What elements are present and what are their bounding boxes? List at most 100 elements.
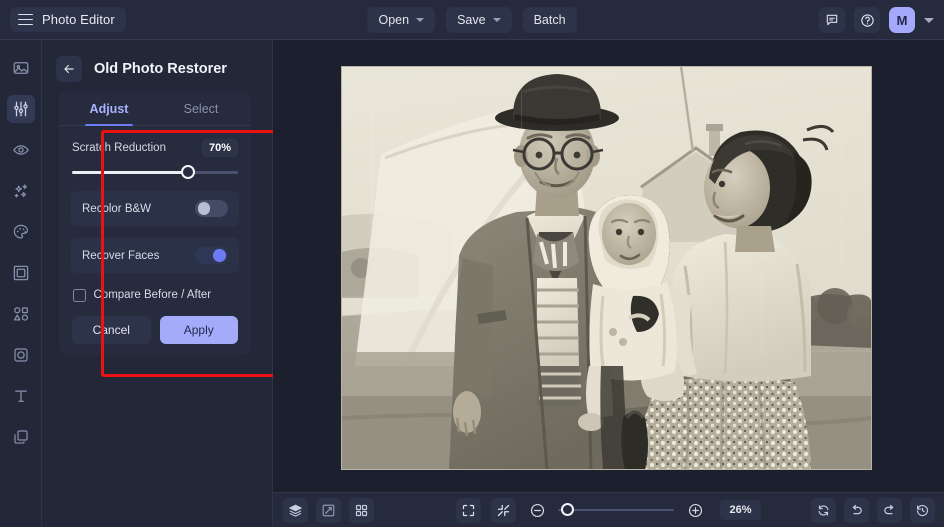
chevron-down-icon	[416, 18, 425, 22]
app-root: Photo Editor Open Save Batch M Old Photo…	[0, 0, 944, 527]
history-icon	[916, 504, 929, 516]
rail-item-frame[interactable]	[7, 259, 35, 287]
restored-photograph	[341, 66, 872, 470]
palette-icon	[13, 224, 28, 239]
panel-action-buttons: Cancel Apply	[72, 315, 238, 344]
zoom-slider-track	[558, 509, 675, 511]
zoom-slider-handle[interactable]	[560, 503, 574, 516]
slider-fill	[72, 171, 189, 174]
page-title: Old Photo Restorer	[94, 61, 227, 77]
tab-adjust[interactable]: Adjust	[63, 91, 155, 126]
rail-item-retouch[interactable]	[7, 136, 35, 164]
tab-select[interactable]: Select	[155, 91, 247, 125]
scratch-reduction-header: Scratch Reduction 70%	[72, 139, 238, 157]
scratch-reduction-slider[interactable]	[72, 165, 238, 179]
layers-panel-button[interactable]	[283, 497, 308, 523]
collapse-icon	[498, 504, 510, 516]
panel-header: Old Photo Restorer	[42, 40, 272, 82]
fit-screen-icon	[463, 504, 475, 516]
open-button-label: Open	[378, 13, 410, 27]
rail-item-crop[interactable]	[7, 341, 35, 369]
recolor-bw-row: Recolor B&W	[71, 191, 239, 226]
chevron-down-icon	[492, 18, 501, 22]
crop-icon	[13, 348, 28, 362]
photo-image[interactable]	[341, 66, 872, 470]
app-brand[interactable]: Photo Editor	[10, 7, 126, 32]
compare-before-after-checkbox[interactable]	[73, 289, 86, 302]
sliders-icon	[13, 101, 28, 117]
tool-rail	[0, 40, 42, 527]
slider-handle[interactable]	[181, 165, 196, 179]
rail-item-layers[interactable]	[7, 423, 35, 451]
top-bar-center-actions: Open Save Batch	[0, 0, 944, 40]
panel-tabs: Adjust Select	[59, 91, 251, 126]
recolor-bw-toggle[interactable]	[195, 200, 228, 217]
zoom-out-icon	[530, 503, 545, 517]
history-button[interactable]	[910, 497, 935, 523]
undo-icon	[852, 504, 862, 514]
frame-icon	[13, 265, 28, 281]
grid-icon	[355, 504, 368, 516]
toggle-thumb	[213, 249, 226, 262]
compare-view-button[interactable]	[316, 497, 341, 523]
rail-item-effects[interactable]	[7, 177, 35, 205]
recover-faces-toggle[interactable]	[195, 247, 228, 264]
help-button[interactable]	[854, 7, 880, 33]
rail-item-image[interactable]	[7, 54, 35, 82]
app-title: Photo Editor	[42, 12, 115, 27]
recover-faces-row: Recover Faces	[71, 238, 239, 273]
compare-before-after-row[interactable]: Compare Before / After	[73, 289, 251, 302]
compare-before-after-label: Compare Before / After	[93, 289, 212, 302]
apply-button[interactable]: Apply	[159, 315, 238, 344]
hamburger-icon[interactable]	[18, 13, 33, 26]
scratch-reduction-value: 70%	[201, 139, 238, 157]
avatar[interactable]: M	[889, 7, 915, 33]
restorer-card: Adjust Select Scratch Reduction 70% Reco…	[59, 91, 251, 355]
back-button[interactable]	[56, 56, 82, 82]
top-bar: Photo Editor Open Save Batch M	[0, 0, 944, 40]
reset-button[interactable]	[811, 497, 836, 523]
redo-button[interactable]	[877, 497, 902, 523]
save-button[interactable]: Save	[446, 7, 512, 33]
batch-button-label: Batch	[533, 13, 566, 27]
arrow-left-icon	[64, 64, 74, 74]
fit-screen-button[interactable]	[456, 497, 482, 523]
open-button[interactable]: Open	[367, 7, 436, 33]
grid-view-button[interactable]	[349, 497, 374, 523]
zoom-in-icon	[688, 503, 703, 517]
help-circle-icon	[860, 13, 874, 27]
batch-button[interactable]: Batch	[522, 7, 577, 33]
text-icon	[14, 390, 27, 402]
compare-icon	[322, 504, 335, 516]
account-chevron-down-icon[interactable]	[924, 17, 934, 23]
top-bar-right-actions: M	[819, 0, 934, 40]
canvas-area[interactable]	[273, 40, 944, 492]
rail-item-adjust[interactable]	[6, 95, 35, 123]
scratch-reduction-label: Scratch Reduction	[72, 142, 166, 154]
zoom-slider[interactable]	[558, 503, 675, 517]
zoom-in-button[interactable]	[684, 499, 706, 521]
eye-icon	[12, 145, 29, 155]
undo-button[interactable]	[844, 497, 869, 523]
rail-item-color[interactable]	[7, 218, 35, 246]
save-button-label: Save	[457, 13, 486, 27]
rail-item-text[interactable]	[7, 382, 35, 410]
zoom-out-button[interactable]	[526, 499, 548, 521]
bottom-bar-left	[283, 497, 374, 523]
toggle-thumb	[197, 202, 210, 215]
cancel-button[interactable]: Cancel	[72, 315, 151, 344]
feedback-button[interactable]	[819, 7, 845, 33]
collapse-button[interactable]	[491, 497, 517, 523]
rail-item-shapes[interactable]	[7, 300, 35, 328]
sparkles-icon	[14, 184, 27, 198]
redo-icon	[884, 504, 894, 514]
image-icon	[13, 62, 28, 74]
shapes-icon	[13, 307, 28, 321]
scratch-reduction-control: Scratch Reduction 70%	[59, 126, 251, 179]
layers-stack-icon	[289, 504, 302, 517]
bottom-bar: 26%	[273, 492, 944, 527]
recolor-bw-label: Recolor B&W	[82, 202, 152, 215]
recover-faces-label: Recover Faces	[82, 249, 160, 262]
tool-panel: Old Photo Restorer Adjust Select Scratch…	[42, 40, 293, 527]
reset-icon	[818, 504, 829, 516]
